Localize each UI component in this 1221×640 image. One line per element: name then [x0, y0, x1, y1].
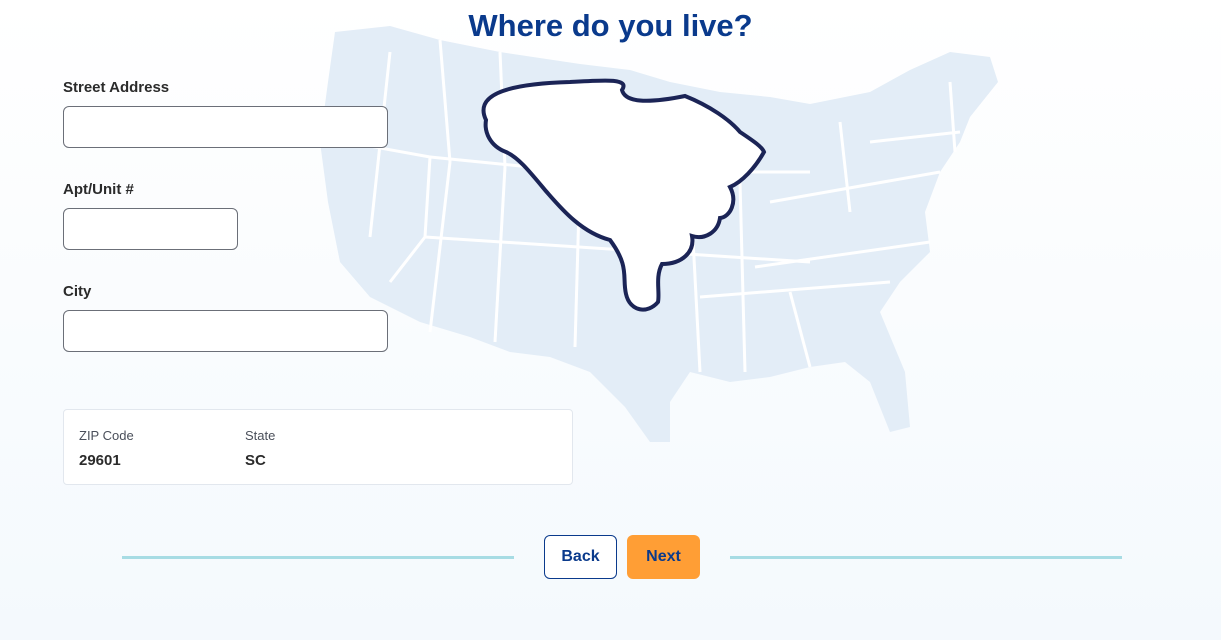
apt-unit-input[interactable]	[63, 208, 238, 250]
left-divider-line	[122, 556, 514, 559]
apt-unit-label: Apt/Unit #	[63, 181, 134, 198]
city-label: City	[63, 283, 92, 300]
zip-code-label: ZIP Code	[79, 428, 134, 443]
state-group: State SC	[245, 428, 275, 469]
street-address-input[interactable]	[63, 106, 388, 148]
back-button[interactable]: Back	[544, 535, 617, 579]
zip-code-group: ZIP Code 29601	[79, 428, 134, 469]
right-divider-line	[730, 556, 1122, 559]
city-input[interactable]	[63, 310, 388, 352]
page-title: Where do you live?	[468, 8, 753, 43]
us-map-illustration	[319, 26, 998, 442]
street-address-label: Street Address	[63, 79, 170, 96]
next-button[interactable]: Next	[627, 535, 700, 579]
state-value: SC	[245, 452, 266, 469]
state-label: State	[245, 428, 276, 443]
zip-code-value: 29601	[79, 452, 121, 469]
location-summary-card: ZIP Code 29601 State SC	[63, 409, 573, 485]
